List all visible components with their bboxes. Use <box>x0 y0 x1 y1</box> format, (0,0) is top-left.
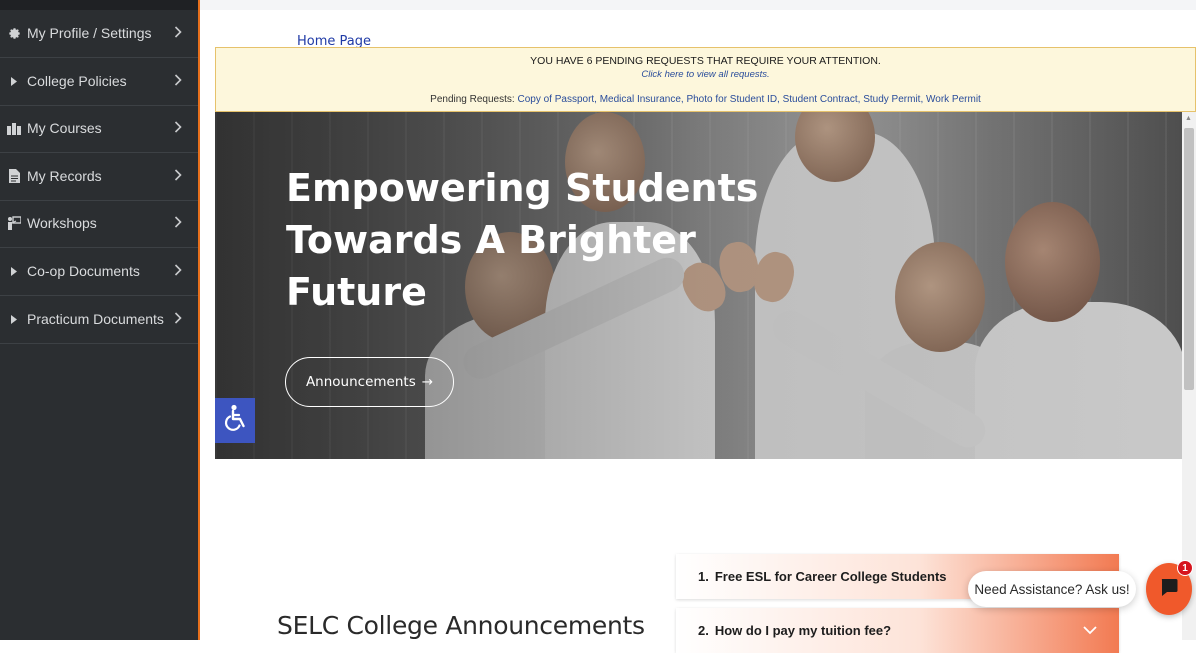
wheelchair-icon <box>223 404 247 437</box>
hero-title-line: Towards A Brighter <box>286 218 696 262</box>
chevron-right-icon <box>174 25 184 41</box>
chevron-right-icon <box>174 120 184 136</box>
chevron-right-icon <box>174 263 184 279</box>
hero-banner: Empowering Students Towards A Brighter F… <box>215 112 1182 459</box>
chevron-down-icon <box>1083 622 1097 640</box>
sidebar-item-my-courses[interactable]: My Courses <box>0 105 198 153</box>
sidebar-item-practicum-documents[interactable]: Practicum Documents <box>0 296 198 344</box>
view-all-requests-link[interactable]: Click here to view all requests. <box>216 69 1195 80</box>
hero-title-line: Future <box>286 270 427 314</box>
accessibility-button[interactable] <box>215 398 255 443</box>
pending-requests-items[interactable]: Copy of Passport, Medical Insurance, Pho… <box>517 94 980 105</box>
sidebar-item-my-records[interactable]: My Records <box>0 153 198 201</box>
chevron-right-icon <box>174 215 184 231</box>
faq-number: 2. <box>698 623 709 638</box>
sidebar-item-label: My Profile / Settings <box>27 25 152 42</box>
sidebar-item-label: My Courses <box>27 120 102 137</box>
pending-requests-title: YOU HAVE 6 PENDING REQUESTS THAT REQUIRE… <box>530 55 881 67</box>
pending-requests-banner: YOU HAVE 6 PENDING REQUESTS THAT REQUIRE… <box>215 47 1196 112</box>
faq-question: How do I pay my tuition fee? <box>714 623 892 638</box>
sidebar: My Profile / Settings College Policies M… <box>0 0 198 640</box>
caret-right-icon <box>7 74 21 88</box>
sidebar-item-workshops[interactable]: Workshops <box>0 200 198 248</box>
scroll-up-icon[interactable]: ▲ <box>1185 115 1192 122</box>
sidebar-item-label: Workshops <box>27 215 97 232</box>
workshop-icon <box>7 216 21 231</box>
hero-title: Empowering Students Towards A Brighter F… <box>286 162 806 318</box>
sidebar-accent-border <box>198 0 200 640</box>
faq-number: 1. <box>698 569 709 584</box>
sidebar-item-label: Practicum Documents <box>27 311 164 328</box>
sidebar-item-my-profile[interactable]: My Profile / Settings <box>0 10 198 58</box>
announcements-button[interactable]: Announcements → <box>285 357 454 407</box>
caret-right-icon <box>7 264 21 278</box>
pending-requests-list: Pending Requests: Copy of Passport, Medi… <box>216 94 1195 105</box>
chevron-right-icon <box>174 73 184 89</box>
chevron-right-icon <box>174 168 184 184</box>
arrow-right-icon: → <box>421 374 434 390</box>
chat-icon <box>1159 577 1179 602</box>
caret-right-icon <box>7 312 21 326</box>
announcements-button-label: Announcements <box>305 374 416 390</box>
chevron-right-icon <box>174 311 184 327</box>
scrollbar-thumb[interactable] <box>1184 128 1194 390</box>
sidebar-item-college-policies[interactable]: College Policies <box>0 58 198 106</box>
announcements-section-title: SELC College Announcements <box>277 611 645 640</box>
hero-title-line: Empowering Students <box>286 166 759 210</box>
faq-item[interactable]: 2. How do I pay my tuition fee? <box>676 608 1119 653</box>
pending-requests-label: Pending Requests: <box>430 94 515 105</box>
sidebar-item-label: Co-op Documents <box>27 263 140 280</box>
chat-notification-badge: 1 <box>1177 560 1193 576</box>
courses-icon <box>7 121 21 135</box>
sidebar-top-bar <box>0 0 198 10</box>
sidebar-item-label: My Records <box>27 168 102 185</box>
top-band <box>200 0 1196 10</box>
sidebar-item-co-op-documents[interactable]: Co-op Documents <box>0 248 198 296</box>
file-icon <box>7 169 21 184</box>
need-assistance-bubble[interactable]: Need Assistance? Ask us! <box>968 571 1136 607</box>
sidebar-item-label: College Policies <box>27 73 127 90</box>
gear-icon <box>7 26 21 40</box>
